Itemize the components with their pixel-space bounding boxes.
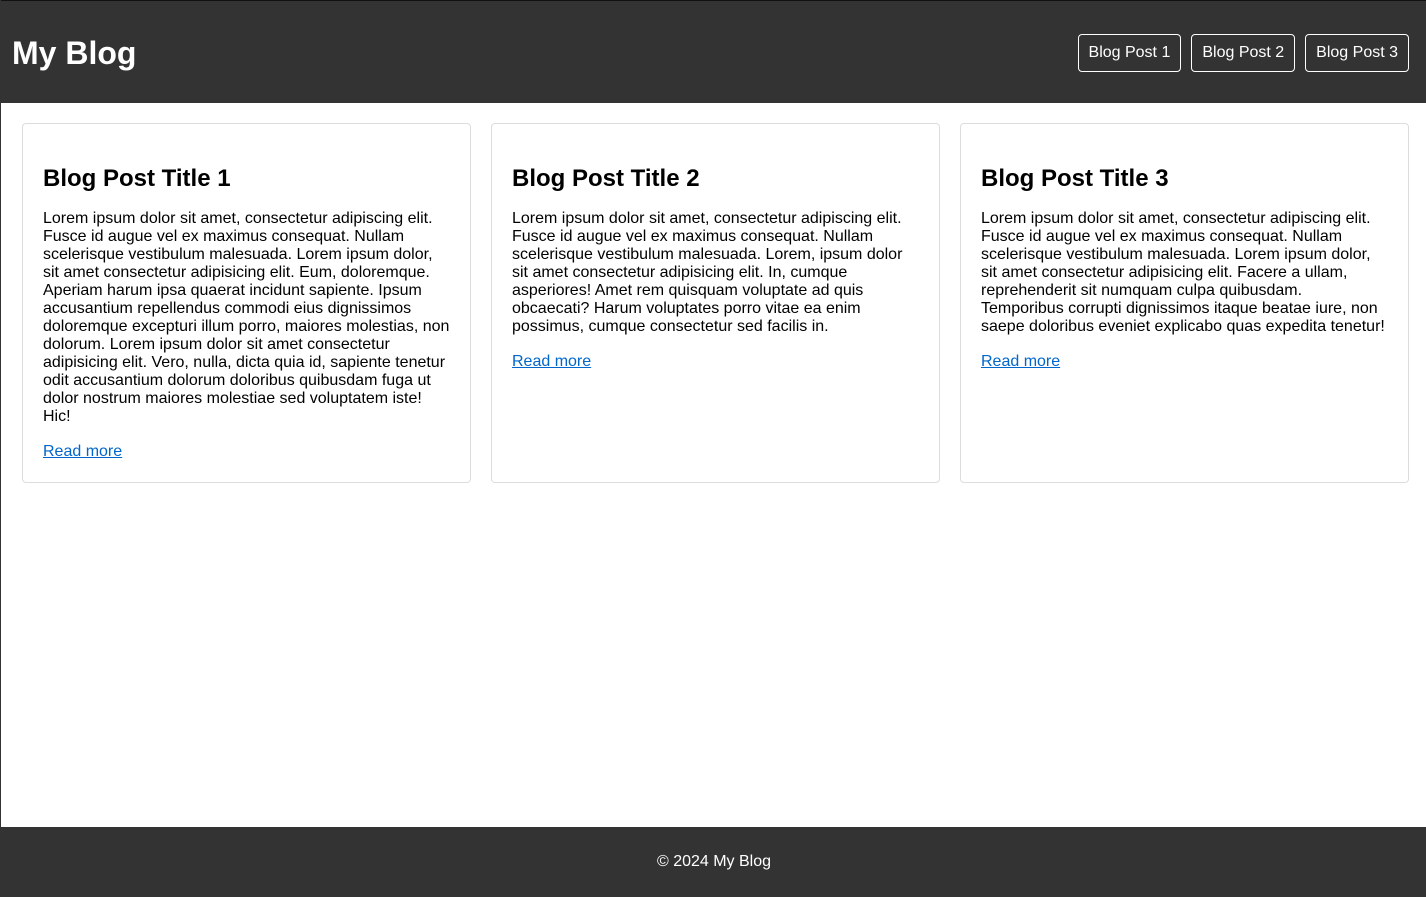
- copyright-text: © 2024 My Blog: [656, 853, 772, 870]
- posts-grid: Blog Post Title 1 Lorem ipsum dolor sit …: [22, 123, 1409, 483]
- nav-button-blog-post-1[interactable]: Blog Post 1: [1077, 34, 1182, 72]
- post-title: Blog Post Title 2: [512, 165, 700, 192]
- nav-button-blog-post-2[interactable]: Blog Post 2: [1191, 34, 1296, 72]
- post-excerpt: Lorem ipsum dolor sit amet, consectetur …: [512, 210, 903, 335]
- nav-button-blog-post-3[interactable]: Blog Post 3: [1305, 34, 1409, 72]
- site-footer: © 2024 My Blog: [1, 827, 1426, 897]
- page: My Blog Blog Post 1 Blog Post 2 Blog Pos…: [0, 0, 1426, 897]
- read-more-link[interactable]: Read more: [43, 443, 122, 460]
- post-title: Blog Post Title 3: [981, 165, 1169, 192]
- main-nav: Blog Post 1 Blog Post 2 Blog Post 3: [1077, 34, 1409, 72]
- read-more-link[interactable]: Read more: [512, 353, 591, 370]
- post-title: Blog Post Title 1: [43, 165, 231, 192]
- post-card-1: Blog Post Title 1 Lorem ipsum dolor sit …: [22, 123, 471, 483]
- site-title[interactable]: My Blog: [12, 34, 136, 72]
- site-header: My Blog Blog Post 1 Blog Post 2 Blog Pos…: [1, 0, 1426, 103]
- post-card-2: Blog Post Title 2 Lorem ipsum dolor sit …: [491, 123, 940, 483]
- post-card-3: Blog Post Title 3 Lorem ipsum dolor sit …: [960, 123, 1409, 483]
- read-more-link[interactable]: Read more: [981, 353, 1060, 370]
- post-excerpt: Lorem ipsum dolor sit amet, consectetur …: [981, 210, 1385, 335]
- post-excerpt: Lorem ipsum dolor sit amet, consectetur …: [43, 210, 450, 425]
